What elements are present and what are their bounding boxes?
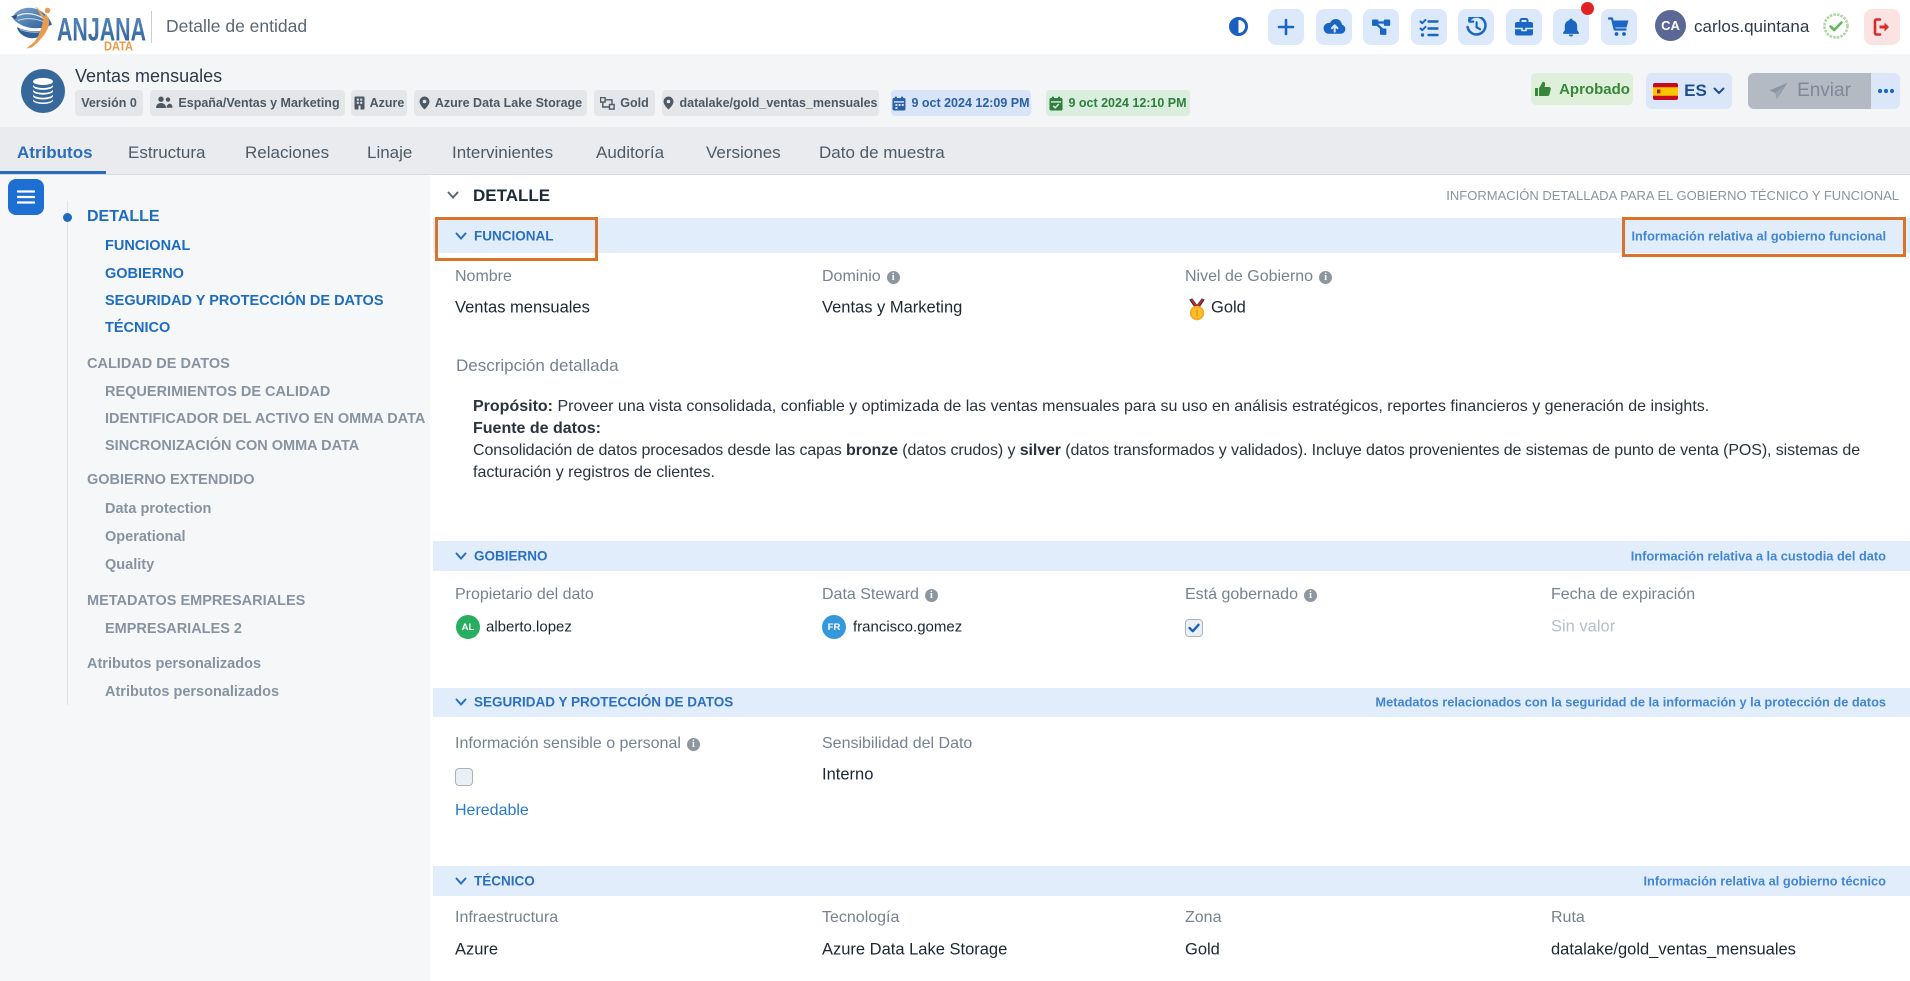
svg-text:DATA: DATA [104, 39, 134, 54]
